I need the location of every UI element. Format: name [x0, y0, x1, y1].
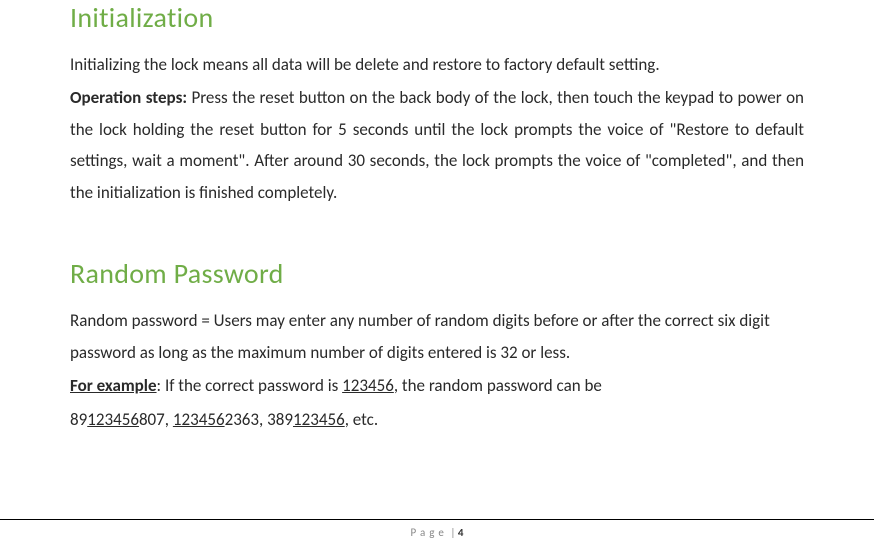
initialization-paragraph-1: Initializing the lock means all data wil… — [70, 49, 804, 80]
heading-random-password: Random Password — [70, 256, 804, 291]
example-text-2: , the random password can be — [394, 375, 602, 396]
page-label: Page — [411, 526, 448, 539]
heading-initialization: Initialization — [70, 0, 804, 35]
document-content: Initialization Initializing the lock mea… — [70, 0, 804, 435]
example-c-password: 123456 — [293, 409, 345, 430]
example-c-suffix: , etc. — [345, 409, 378, 430]
example-password: 123456 — [342, 375, 394, 396]
random-password-description: Random password = Users may enter any nu… — [70, 305, 804, 368]
initialization-operation-steps: Operation steps: Press the reset button … — [70, 82, 804, 208]
example-text-1: : If the correct password is — [157, 375, 343, 396]
example-a-prefix: 89 — [70, 409, 87, 430]
example-label: For example — [70, 375, 157, 396]
random-password-example-line1: For example: If the correct password is … — [70, 370, 804, 401]
example-a-suffix: 807, — [139, 409, 173, 430]
example-a-password: 123456 — [87, 409, 139, 430]
page-footer: Page | 4 — [0, 519, 874, 539]
example-b-suffix: 2363, 389 — [225, 409, 293, 430]
page-number: 4 — [458, 526, 464, 539]
random-password-example-line2: 89123456807, 1234562363, 389123456, etc. — [70, 404, 804, 435]
operation-steps-label: Operation steps: — [70, 87, 187, 108]
page-separator: | — [448, 526, 458, 539]
example-b-password: 123456 — [173, 409, 225, 430]
